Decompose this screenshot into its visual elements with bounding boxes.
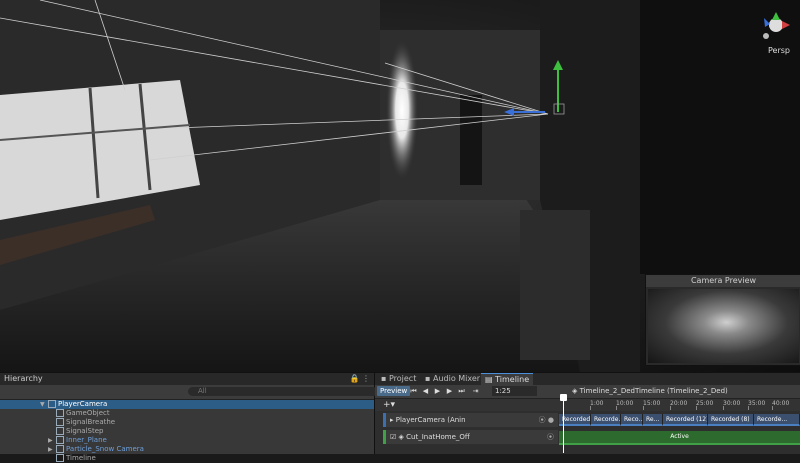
play-icon[interactable]: ▶ (433, 386, 442, 396)
camera-preview-title: Camera Preview (646, 275, 800, 287)
camera-preview-image (648, 289, 799, 363)
hierarchy-panel: Hierarchy 🔒 ⋮ All ▼ PlayerCamera GameObj… (0, 373, 378, 462)
frame-field[interactable]: 1:25 (492, 386, 537, 396)
animation-clip[interactable]: Recorde... (591, 414, 621, 426)
ruler-tick: 40:00 (772, 400, 790, 410)
preview-button[interactable]: Preview (377, 386, 411, 396)
hierarchy-title: Hierarchy (4, 374, 43, 383)
animation-clip[interactable]: Reco... (621, 414, 643, 426)
next-frame-icon[interactable]: ▶ (445, 386, 454, 396)
track-target-icon[interactable]: ⦿ (547, 430, 554, 444)
tab-timeline[interactable]: ▤ Timeline (481, 373, 534, 385)
gameobject-icon (56, 427, 64, 435)
timeline-track-header: +▾ 1:00 10:00 15:00 20:00 25:00 30:00 35… (375, 399, 800, 411)
ruler-tick: 25:00 (696, 400, 714, 410)
hierarchy-row-gameobject[interactable]: GameObject (0, 409, 374, 418)
gameobject-icon (56, 409, 64, 417)
animation-clip[interactable]: Recorded (12) (663, 414, 708, 426)
hierarchy-row-signalbreathe[interactable]: SignalBreathe (0, 418, 374, 427)
light-glow (386, 40, 418, 180)
hierarchy-toolbar: All (0, 385, 378, 400)
bottom-panels: Hierarchy 🔒 ⋮ All ▼ PlayerCamera GameObj… (0, 372, 800, 462)
hierarchy-row-playercamera[interactable]: ▼ PlayerCamera (0, 400, 374, 409)
expand-arrow-icon[interactable]: ▶ (48, 436, 53, 445)
activation-track-icon: ◈ (398, 433, 404, 441)
hierarchy-row-inner-plane[interactable]: ▶ Inner_Plane (0, 436, 374, 445)
animation-track-icon: ▸ (390, 416, 394, 424)
mixer-icon: ▪ (425, 374, 431, 383)
record-icon[interactable]: ⦿ ● (539, 413, 554, 427)
camera-preview-overlay: Camera Preview (645, 274, 800, 366)
timeline-asset-icon: ◈ (572, 387, 578, 395)
scene-view[interactable]: Persp Camera Preview (0, 0, 800, 372)
hierarchy-search-input[interactable]: All (188, 387, 378, 396)
timeline-toolbar: Preview ⏮ ◀ ▶ ▶ ⏭ ⇥ 1:25 ◈ Timeline_2_De… (375, 385, 800, 399)
add-track-button[interactable]: +▾ (383, 400, 395, 410)
gameobject-icon (48, 400, 56, 408)
ruler-tick: 20:00 (670, 400, 688, 410)
playhead-line[interactable] (563, 395, 564, 453)
track-activation[interactable]: ☑ ◈ Cut_InatHome_Off ⦿ (383, 430, 558, 444)
gameobject-icon (56, 454, 64, 462)
animation-clip[interactable]: Recorded (8) (708, 414, 754, 426)
perspective-label[interactable]: Persp (768, 46, 790, 55)
animation-clip[interactable]: Recorde... (754, 414, 800, 426)
go-to-start-icon[interactable]: ⏮ (409, 386, 418, 396)
ruler-tick: 30:00 (723, 400, 741, 410)
previous-frame-icon[interactable]: ◀ (421, 386, 430, 396)
activation-clip[interactable]: Active (559, 431, 800, 445)
dresser (520, 210, 590, 360)
hierarchy-menu-icon[interactable]: 🔒 ⋮ (349, 373, 370, 385)
hierarchy-row-signalstep[interactable]: SignalStep (0, 427, 374, 436)
prefab-icon (56, 445, 64, 453)
tab-project[interactable]: ▪ Project (377, 373, 420, 385)
timeline-icon: ▤ (485, 375, 493, 384)
hierarchy-row-timeline[interactable]: Timeline (0, 454, 374, 463)
ruler-tick: 1:00 (590, 400, 604, 410)
activation-checkbox-icon[interactable]: ☑ (390, 433, 396, 441)
ruler-tick: 15:00 (643, 400, 661, 410)
ruler-tick: 10:00 (616, 400, 634, 410)
track-playercamera-animation[interactable]: ▸ PlayerCamera (Anin ⦿ ● (383, 413, 558, 427)
folder-icon: ▪ (381, 374, 387, 383)
timeline-asset-name: ◈ Timeline_2_DedTimeline (Timeline_2_Ded… (572, 387, 728, 395)
figure (460, 95, 482, 185)
ruler-tick: 35:00 (748, 400, 766, 410)
timeline-tabbar: ▪ Project ▪ Audio Mixer ▤ Timeline (375, 373, 800, 385)
expand-arrow-icon[interactable]: ▼ (40, 400, 45, 409)
hierarchy-tab[interactable]: Hierarchy 🔒 ⋮ (0, 373, 374, 385)
tab-audio-mixer[interactable]: ▪ Audio Mixer (421, 373, 484, 385)
timeline-panel: ▪ Project ▪ Audio Mixer ▤ Timeline Previ… (375, 373, 800, 454)
animation-clip[interactable]: Re... (643, 414, 663, 426)
time-ruler[interactable]: 1:00 10:00 15:00 20:00 25:00 30:00 35:00… (558, 399, 800, 411)
go-to-end-icon[interactable]: ⏭ (457, 386, 466, 396)
play-range-icon[interactable]: ⇥ (471, 386, 480, 396)
gameobject-icon (56, 418, 64, 426)
prefab-icon (56, 436, 64, 444)
